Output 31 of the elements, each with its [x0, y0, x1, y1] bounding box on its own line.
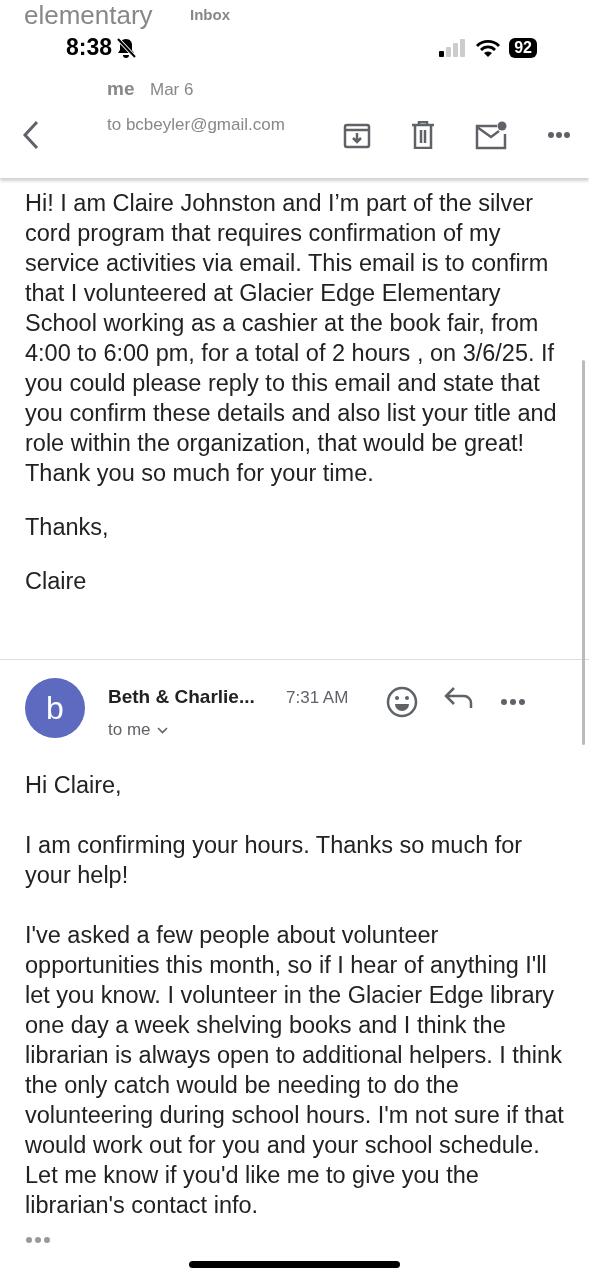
- emoji-icon[interactable]: [386, 686, 418, 718]
- message-paragraph: Claire: [25, 567, 88, 596]
- status-time: 8:38: [66, 34, 113, 61]
- wifi-icon: [475, 37, 502, 58]
- sender-name: Beth & Charlie...: [108, 686, 256, 708]
- delete-icon[interactable]: [411, 121, 435, 149]
- recipient-toggle[interactable]: to me: [108, 720, 168, 740]
- reply-icon[interactable]: [444, 686, 474, 710]
- message-paragraph: Hi! I am Claire Johnston and I’m part of the silver cord program that requires confirmation of my service activities via email. This email is to confirm that I volunteered at Glacier Edge Elementary School working as a cashier at the book fair, from 4:00 to 6:00 pm, for a total of 2 hours , on 3/6/25. If you could please reply to this email and state that you confirm these details and also list your title and role within the organization, that would be great! Thank you so much for your time.: [25, 189, 558, 488]
- message-paragraph: Hi Claire,: [25, 771, 123, 800]
- chevron-down-icon: [156, 726, 168, 734]
- bell-slash-icon: [115, 36, 138, 59]
- battery-level: 92: [509, 37, 537, 58]
- scrollbar[interactable]: [582, 360, 585, 745]
- message-time: 7:31 AM: [286, 688, 350, 708]
- faded-recipient: to bcbeyler@gmail.com: [107, 115, 285, 135]
- faded-label: Inbox: [190, 6, 230, 23]
- trimmed-content-icon[interactable]: [25, 1236, 51, 1244]
- archive-icon[interactable]: [343, 121, 371, 149]
- mail-dot-icon[interactable]: [475, 120, 507, 150]
- faded-title: elementary: [24, 0, 153, 30]
- faded-sender: me: [107, 78, 135, 100]
- message-paragraph: I am confirming your hours. Thanks so much for your help!: [25, 831, 524, 890]
- message-paragraph: Thanks,: [25, 513, 110, 542]
- back-icon[interactable]: [22, 120, 40, 150]
- more-icon[interactable]: [500, 698, 526, 706]
- message-paragraph: I've asked a few people about volunteer opportunities this month, so if I hear of anything I'll let you know. I volunteer in the Glacier Edge library one day a week shelving books and I think the librarian is always open to additional helpers. I think the only catch would be needing to do the volunteering during school hours. I'm not sure if that would work out for you and your school schedule. Let me know if you'd like me to give you the librarian's contact info.: [25, 921, 565, 1220]
- sender-avatar: b: [25, 678, 85, 738]
- faded-date: Mar 6: [150, 80, 194, 100]
- more-icon[interactable]: [547, 131, 571, 139]
- signal-icon: [439, 37, 468, 58]
